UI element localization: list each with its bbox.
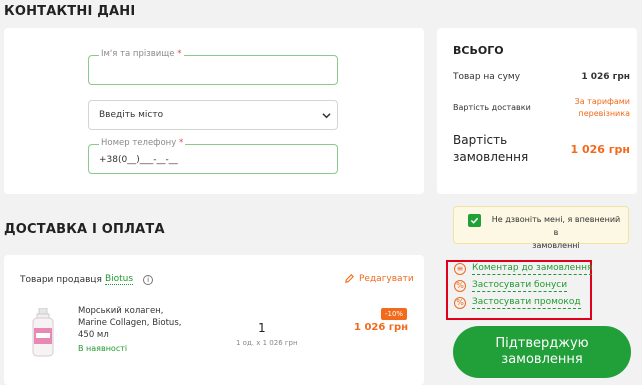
bonuses-link[interactable]: % Застосувати бонуси bbox=[454, 279, 568, 293]
pencil-icon bbox=[345, 274, 354, 283]
no-call-label[interactable]: Не дзвоніть мені, я впевнений в замовлен… bbox=[490, 213, 622, 252]
goods-label: Товар на суму bbox=[453, 72, 521, 82]
confirm-line2: замовлення bbox=[501, 352, 583, 367]
product-unit-price: 1 од. x 1 026 грн bbox=[236, 339, 298, 347]
edit-label: Редагувати bbox=[359, 273, 414, 284]
tag-icon: % bbox=[454, 297, 466, 309]
delivery-title: ДОСТАВКА І ОПЛАТА bbox=[4, 222, 165, 237]
promo-link-label: Застосувати промокод bbox=[472, 297, 581, 309]
confirm-line1: Підтверджую bbox=[495, 336, 589, 351]
shipping-value: За тарифами перевізника bbox=[574, 97, 630, 118]
discount-badge: -10% bbox=[381, 308, 408, 320]
phone-field[interactable]: Номер телефону * +38(0__)___-__-__ bbox=[88, 138, 338, 174]
availability-status: В наявності bbox=[78, 344, 128, 353]
seller-link[interactable]: Biotus bbox=[104, 274, 134, 285]
name-field[interactable]: Ім'я та прізвище * bbox=[88, 49, 338, 85]
product-price: 1 026 грн bbox=[354, 322, 409, 333]
comment-link-label: Коментар до замовлення bbox=[472, 263, 593, 275]
phone-field-value: +38(0__)___-__-__ bbox=[99, 155, 178, 165]
name-field-label: Ім'я та прізвище * bbox=[99, 49, 184, 59]
summary-title: ВСЬОГО bbox=[453, 44, 504, 57]
contacts-title: КОНТАКТНІ ДАНІ bbox=[4, 4, 136, 19]
product-image[interactable] bbox=[30, 308, 56, 358]
seller-row: Товари продавця Biotus i bbox=[20, 274, 154, 285]
no-call-checkbox[interactable] bbox=[468, 214, 481, 227]
edit-button[interactable]: Редагувати bbox=[344, 273, 414, 284]
product-qty: 1 bbox=[258, 321, 266, 335]
comment-link[interactable]: ≡ Коментар до замовлення bbox=[454, 262, 593, 276]
bonuses-link-label: Застосувати бонуси bbox=[472, 280, 568, 292]
shipping-label: Вартість доставки bbox=[453, 103, 531, 112]
order-cost-value: 1 026 грн bbox=[570, 143, 631, 156]
phone-field-label: Номер телефону * bbox=[99, 138, 186, 148]
info-icon[interactable]: i bbox=[143, 274, 154, 285]
percent-icon: % bbox=[454, 280, 466, 292]
check-icon bbox=[470, 217, 479, 224]
city-select[interactable]: Введіть місто bbox=[88, 100, 338, 130]
chevron-down-icon bbox=[322, 113, 331, 119]
promo-link[interactable]: % Застосувати промокод bbox=[454, 296, 581, 310]
city-select-value: Введіть місто bbox=[99, 110, 164, 120]
no-call-box: Не дзвоніть мені, я впевнений в замовлен… bbox=[453, 206, 629, 250]
order-cost-label: Вартість замовлення bbox=[453, 133, 529, 164]
seller-prefix: Товари продавця bbox=[20, 274, 102, 285]
confirm-order-button[interactable]: Підтверджую замовлення bbox=[453, 326, 631, 378]
comment-icon: ≡ bbox=[454, 263, 466, 275]
product-name[interactable]: Морський колаген, Marine Collagen, Biotu… bbox=[78, 305, 181, 341]
goods-value: 1 026 грн bbox=[581, 72, 630, 82]
